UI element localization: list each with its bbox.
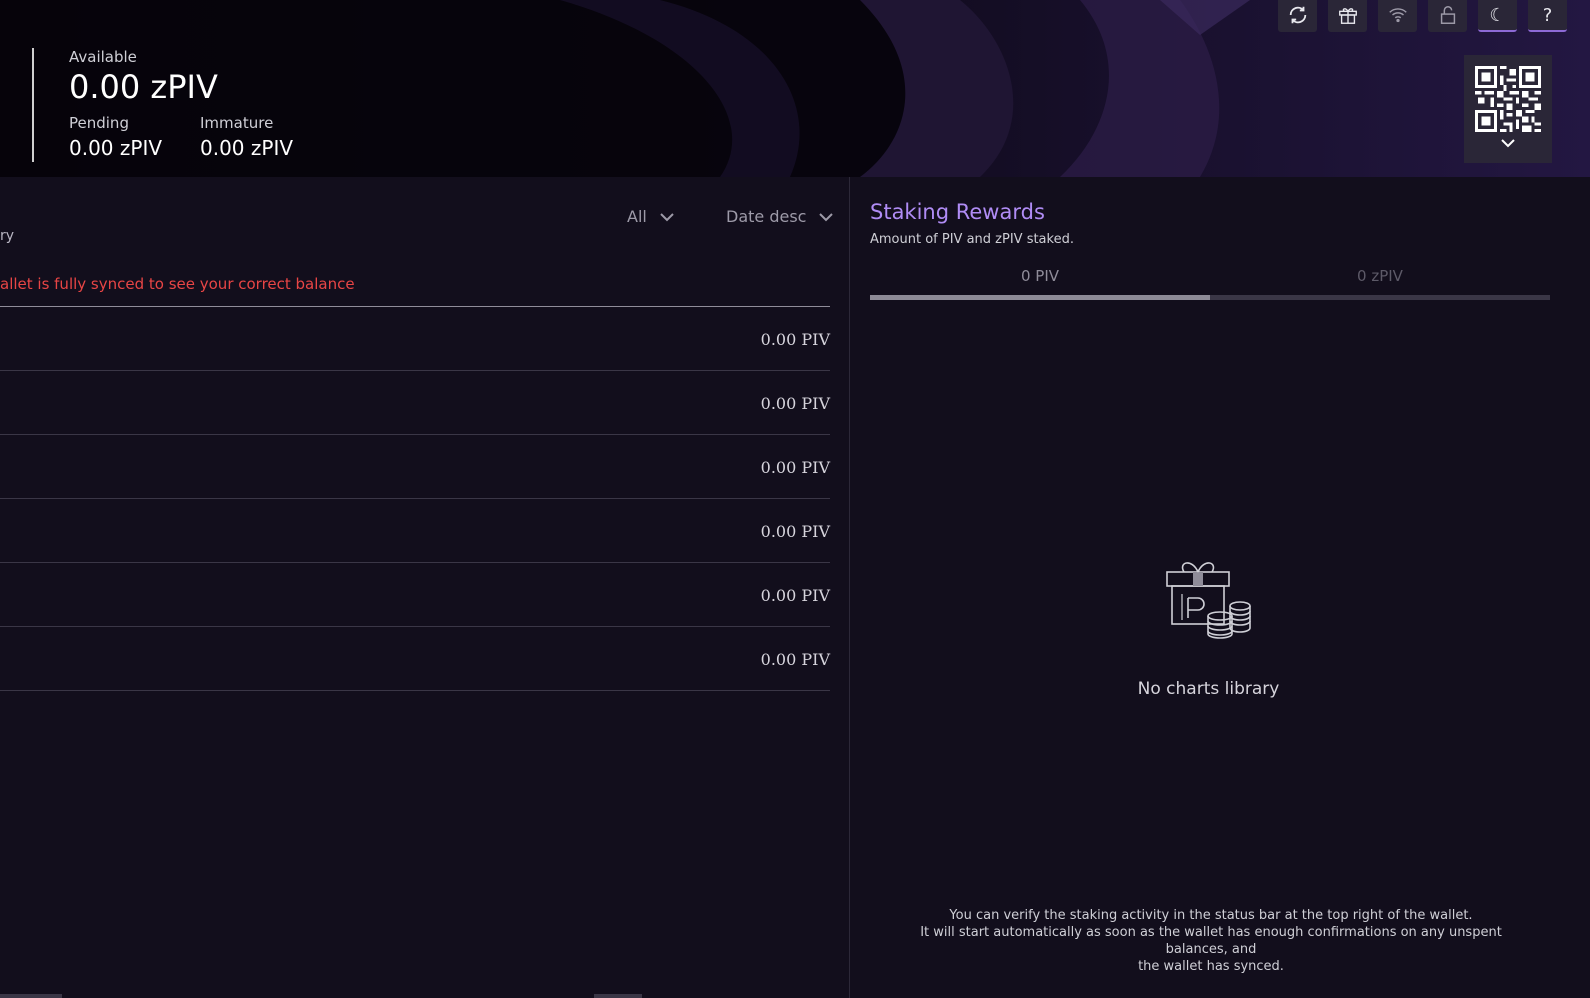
transaction-amount: 0.00 PIV (760, 458, 830, 477)
transaction-amount: 0.00 PIV (760, 330, 830, 349)
chevron-down-icon (660, 212, 674, 221)
staking-info-note: You can verify the staking activity in t… (891, 907, 1531, 975)
sort-dropdown[interactable]: Date desc (726, 207, 834, 226)
balance-summary: Available 0.00 zPIV Pending 0.00 zPIV Im… (32, 48, 293, 162)
available-label: Available (69, 48, 137, 66)
transaction-row[interactable]: 0.00 PIV (0, 371, 830, 435)
transaction-row[interactable]: 0.00 PIV (0, 307, 830, 371)
lock-open-icon (1440, 6, 1455, 24)
staking-panel: Staking Rewards Amount of PIV and zPIV s… (851, 177, 1590, 998)
horizontal-scrollbar-thumb[interactable] (594, 994, 642, 998)
staking-note-line: You can verify the staking activity in t… (949, 908, 1473, 923)
network-button[interactable] (1378, 0, 1417, 32)
qr-receive-button[interactable] (1464, 55, 1552, 163)
transaction-amount: 0.00 PIV (760, 394, 830, 413)
help-icon: ? (1542, 4, 1553, 26)
dashboard-header: Available 0.00 zPIV Pending 0.00 zPIV Im… (0, 0, 1590, 177)
empty-chart-message: No charts library (1137, 679, 1280, 699)
transaction-amount: 0.00 PIV (760, 650, 830, 669)
staking-subtitle: Amount of PIV and zPIV staked. (870, 232, 1074, 247)
available-balance: 0.00 zPIV (69, 68, 218, 106)
tab-zpiv[interactable]: 0 zPIV (1210, 267, 1550, 285)
sync-button[interactable] (1278, 0, 1317, 32)
rewards-button[interactable] (1328, 0, 1367, 32)
type-filter-value: All (627, 207, 647, 226)
immature-balance: 0.00 zPIV (200, 136, 294, 160)
staking-note-line: It will start automatically as soon as t… (920, 925, 1502, 957)
transaction-amount: 0.00 PIV (760, 586, 830, 605)
top-toolbar: ☾ ? (1278, 0, 1567, 32)
transaction-list: 0.00 PIV 0.00 PIV 0.00 PIV 0.00 PIV 0.00… (0, 306, 830, 691)
sync-warning: allet is fully synced to see your correc… (0, 275, 355, 293)
help-button[interactable]: ? (1528, 0, 1567, 32)
tab-indicator (870, 295, 1210, 300)
transaction-row[interactable]: 0.00 PIV (0, 435, 830, 499)
transactions-panel: All Date desc ry allet is fully synced t… (0, 177, 850, 998)
transaction-row[interactable]: 0.00 PIV (0, 627, 830, 691)
horizontal-scrollbar[interactable] (0, 994, 62, 998)
lock-button[interactable] (1428, 0, 1467, 32)
transaction-row[interactable]: 0.00 PIV (0, 499, 830, 563)
gift-coins-icon (1166, 562, 1251, 639)
wallet-app: Available 0.00 zPIV Pending 0.00 zPIV Im… (0, 0, 1590, 998)
refresh-icon (1289, 6, 1306, 24)
immature-label: Immature (200, 114, 274, 132)
chevron-down-icon (819, 212, 834, 221)
staking-title: Staking Rewards (870, 200, 1045, 224)
panel-subtitle: ry (0, 228, 15, 244)
transaction-row[interactable]: 0.00 PIV (0, 563, 830, 627)
pending-balance: 0.00 zPIV (69, 136, 163, 160)
theme-toggle-button[interactable]: ☾ (1478, 0, 1517, 32)
transaction-amount: 0.00 PIV (760, 522, 830, 541)
network-icon (1388, 8, 1407, 23)
moon-icon: ☾ (1489, 4, 1506, 26)
type-filter-dropdown[interactable]: All (627, 207, 675, 226)
pending-label: Pending (69, 114, 129, 132)
gift-icon (1338, 8, 1357, 24)
sort-value: Date desc (726, 207, 807, 226)
tab-piv[interactable]: 0 PIV (870, 267, 1210, 285)
staking-note-line: the wallet has synced. (1138, 959, 1284, 974)
qr-code-icon (1475, 66, 1541, 132)
chevron-down-icon (1501, 139, 1515, 148)
